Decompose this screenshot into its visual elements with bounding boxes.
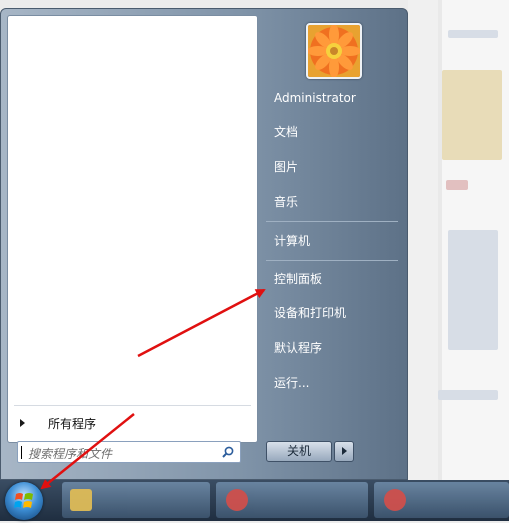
arrow-to-start-button: [40, 413, 135, 490]
annotation-arrows: [40, 288, 266, 490]
arrow-to-control-panel: [137, 288, 266, 358]
